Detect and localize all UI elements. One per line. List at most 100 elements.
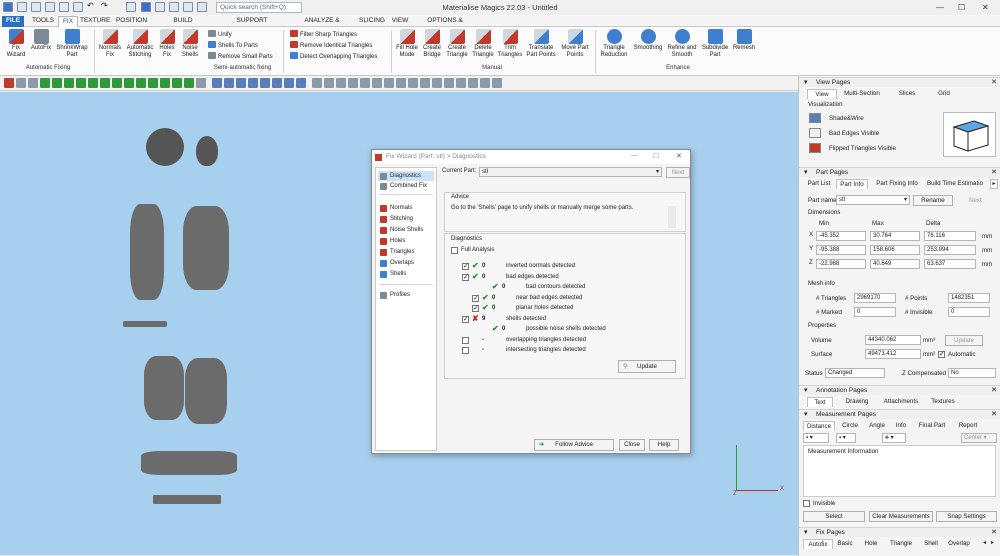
tab-triangle[interactable]: Triangle — [887, 539, 915, 549]
remesh-button[interactable]: Remesh — [731, 29, 757, 52]
smoothing-button[interactable]: Smoothing — [631, 29, 665, 52]
mark-wave-icon[interactable] — [444, 78, 454, 88]
normals-fix-button[interactable]: Normals Fix — [96, 29, 124, 58]
tab-part-list[interactable]: Part List — [805, 179, 833, 189]
part-pages-header[interactable]: Part Pages ✕ — [799, 167, 1000, 178]
mark-contour-icon[interactable] — [360, 78, 370, 88]
tab-distance[interactable]: Distance — [803, 421, 835, 431]
fill-hole-mode-button[interactable]: Fill Hole Mode — [394, 29, 420, 58]
view-bottom-icon[interactable] — [112, 78, 122, 88]
mark-icon[interactable] — [183, 2, 193, 12]
tab-options-help[interactable]: OPTIONS & HELP — [418, 16, 472, 34]
tab-info[interactable]: Info — [894, 421, 908, 431]
import-icon[interactable] — [59, 2, 69, 12]
invert-mark-icon[interactable] — [408, 78, 418, 88]
refine-smooth-button[interactable]: Refine and Smooth — [665, 29, 699, 58]
tab-final-part[interactable]: Final Part — [917, 421, 947, 431]
tabs-scroll-right-icon[interactable]: ▸ — [990, 179, 998, 189]
quick-search-input[interactable]: Quick search (Shift+Q) — [216, 2, 302, 13]
transparency-icon[interactable] — [248, 78, 258, 88]
mark-noise-icon[interactable] — [468, 78, 478, 88]
update-button[interactable]: ⚲ Update — [618, 360, 676, 373]
view-prev-icon[interactable] — [184, 78, 194, 88]
rotate-icon[interactable] — [40, 78, 50, 88]
nav-stitching[interactable]: Stitching — [378, 214, 434, 224]
tab-drawing[interactable]: Drawing — [843, 397, 871, 407]
mark-window-icon[interactable] — [372, 78, 382, 88]
measure-color-select[interactable]: ♣ ▾ — [882, 433, 906, 443]
tab-slices[interactable]: Slices — [893, 89, 921, 99]
shade-icon[interactable] — [212, 78, 222, 88]
tab-hole[interactable]: Hole — [862, 539, 880, 549]
select-tool-icon[interactable] — [4, 78, 14, 88]
mark-all-icon[interactable] — [384, 78, 394, 88]
nav-diagnostics[interactable]: Diagnostics — [378, 171, 434, 181]
measurement-pages-header[interactable]: Measurement Pages ✕ — [799, 409, 1000, 420]
shade-wire-icon[interactable] — [809, 113, 821, 123]
mark-edges-icon[interactable] — [492, 78, 502, 88]
fix-pages-header[interactable]: Fix Pages ✕ — [799, 527, 1000, 538]
minimize-button[interactable]: — — [936, 3, 944, 12]
bad-edges-icon[interactable] — [809, 128, 821, 138]
box-icon[interactable] — [260, 78, 270, 88]
filter-sharp-triangles-button[interactable]: Filter Sharp Triangles — [290, 30, 357, 39]
cube-icon[interactable] — [272, 78, 282, 88]
tab-angle[interactable]: Angle — [867, 421, 887, 431]
diagnostic-checkbox[interactable] — [472, 294, 479, 302]
expand-mark-icon[interactable] — [420, 78, 430, 88]
create-triangle-button[interactable]: Create Triangle — [444, 29, 470, 58]
mark-loop-icon[interactable] — [456, 78, 466, 88]
redo-icon[interactable]: ↷ — [101, 2, 111, 12]
tab-tools[interactable]: TOOLS — [30, 16, 56, 27]
tab-textures[interactable]: Textures — [929, 397, 957, 407]
tabs-scroll-left-icon[interactable]: ◂ — [983, 539, 991, 549]
help-button[interactable]: Help — [649, 439, 679, 451]
tab-texture[interactable]: TEXTURE — [80, 16, 110, 27]
mark-shell-icon[interactable] — [348, 78, 358, 88]
tab-circle[interactable]: Circle — [840, 421, 860, 431]
create-bridge-button[interactable]: Create Bridge — [420, 29, 444, 58]
translate-part-points-button[interactable]: Translate Part Points — [524, 29, 558, 58]
automatic-stitching-button[interactable]: Automatic Stitching — [124, 29, 156, 58]
part-medallion-small[interactable] — [196, 136, 218, 166]
trim-triangles-button[interactable]: Trim Triangles — [496, 29, 524, 58]
snapshot-icon[interactable] — [155, 2, 165, 12]
follow-advice-button[interactable]: ➔ Follow Advice — [534, 439, 614, 451]
current-part-select[interactable]: stl ▾ — [479, 167, 662, 177]
dialog-maximize-button[interactable]: ☐ — [653, 152, 659, 160]
diagnostic-checkbox[interactable] — [462, 347, 469, 354]
view-right-icon[interactable] — [88, 78, 98, 88]
close-icon[interactable]: ✕ — [991, 528, 997, 538]
view-front-icon[interactable] — [52, 78, 62, 88]
autofix-button[interactable]: AutoFix — [29, 29, 53, 52]
tab-basic[interactable]: Basic — [836, 539, 854, 549]
tab-part-fixing-info[interactable]: Part Fixing Info — [872, 179, 922, 189]
select-button[interactable]: Select — [803, 511, 865, 522]
snap-settings-button[interactable]: Snap Settings — [936, 511, 997, 522]
advice-scrollbar[interactable] — [668, 206, 676, 228]
tab-shell[interactable]: Shell — [921, 539, 941, 549]
tab-view[interactable]: VIEW — [390, 16, 410, 27]
tab-support-generation[interactable]: SUPPORT GENERATION — [218, 16, 286, 34]
rename-button[interactable]: Rename — [913, 195, 953, 206]
view-back-icon[interactable] — [64, 78, 74, 88]
triangle-reduction-button[interactable]: Triangle Reduction — [597, 29, 631, 58]
mark-surface-icon[interactable] — [336, 78, 346, 88]
next-button[interactable]: Next — [666, 167, 690, 178]
close-button[interactable]: Close — [619, 439, 645, 451]
clear-measurements-button[interactable]: Clear Measurements — [869, 511, 933, 522]
next-part-button[interactable]: Next — [969, 197, 982, 204]
save-icon[interactable] — [45, 2, 55, 12]
shrink-mark-icon[interactable] — [432, 78, 442, 88]
view-fit-icon[interactable] — [136, 78, 146, 88]
full-analysis-checkbox[interactable] — [451, 247, 458, 254]
mark-plane-icon[interactable] — [324, 78, 334, 88]
holes-fix-button[interactable]: Holes Fix — [156, 29, 178, 58]
plane-icon[interactable] — [284, 78, 294, 88]
export-icon[interactable] — [73, 2, 83, 12]
wire-icon[interactable] — [224, 78, 234, 88]
dialog-minimize-button[interactable]: — — [631, 152, 638, 159]
nav-profiles[interactable]: Profiles — [378, 290, 434, 300]
shrinkwrap-button[interactable]: ShrinkWrap Part — [53, 29, 91, 58]
tab-grid[interactable]: Grid — [933, 89, 955, 99]
